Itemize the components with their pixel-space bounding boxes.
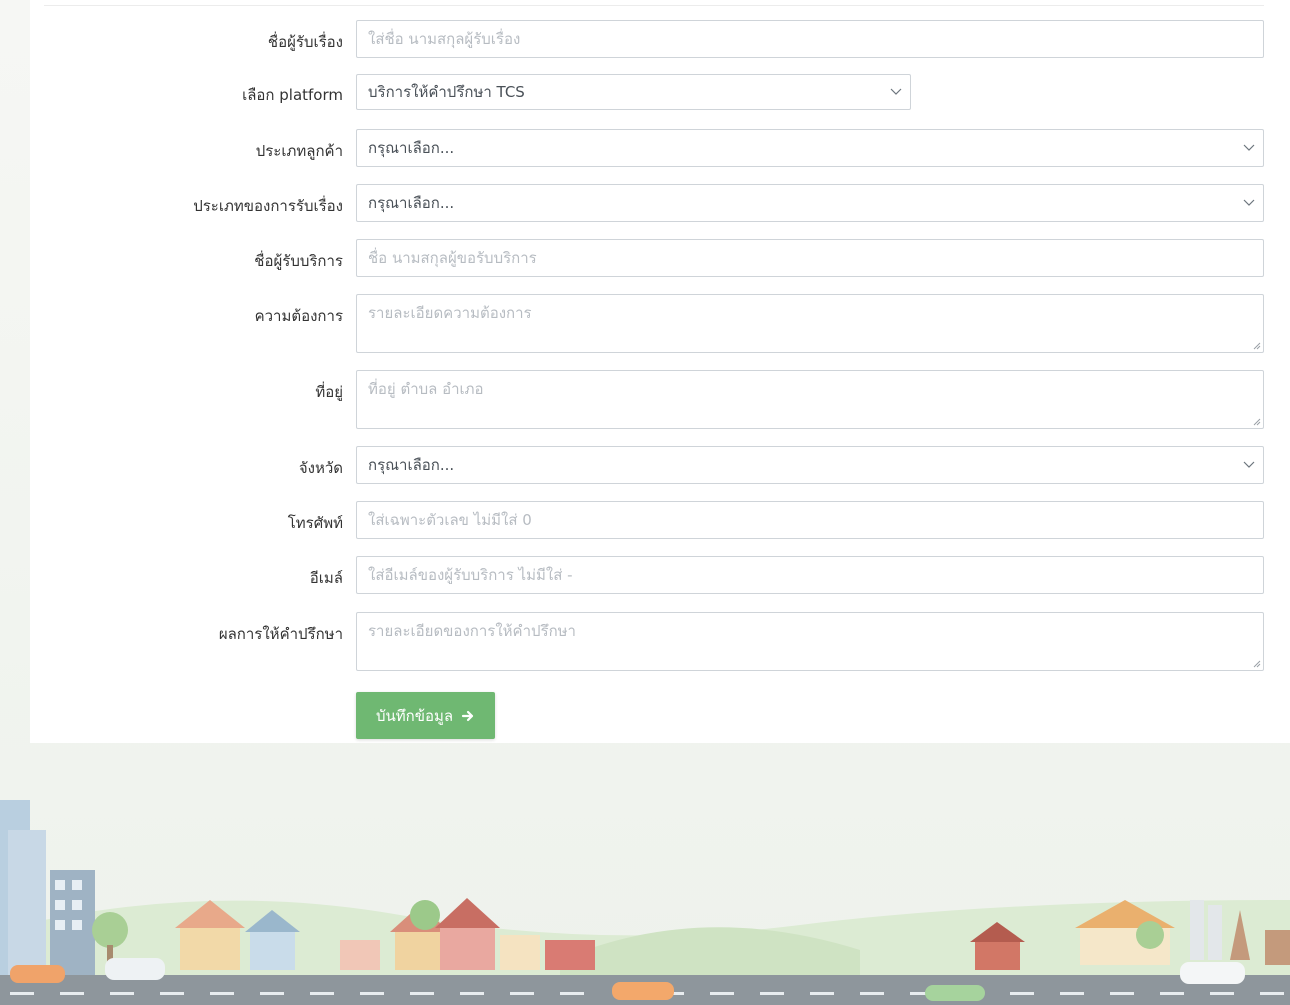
phone-label: โทรศัพท์ [287,514,343,532]
province-select[interactable]: กรุณาเลือก... [356,446,1264,484]
form-row-email: อีเมล์ ใส่อีเมล์ของผู้รับบริการ ไม่มีใส่… [30,556,1290,594]
client-name-label: ชื่อผู้รับบริการ [254,252,343,270]
province-label: จังหวัด [298,459,343,477]
consultation-result-textarea[interactable]: รายละเอียดของการให้คำปรึกษา [356,612,1264,671]
save-button-label: บันทึกข้อมูล [375,706,454,725]
chevron-down-icon [1243,461,1255,468]
requirements-textarea[interactable]: รายละเอียดความต้องการ [356,294,1264,353]
chevron-down-icon [890,88,902,95]
customer-type-label: ประเภทลูกค้า [255,142,343,160]
phone-input[interactable]: ใส่เฉพาะตัวเลข ไม่มีใส่ 0 [356,501,1264,539]
form-row-receiver-name: ชื่อผู้รับเรื่อง ใส่ชื่อ นามสกุลผู้รับเร… [30,20,1290,58]
form-row-customer-type: ประเภทลูกค้า กรุณาเลือก... [30,129,1290,167]
form-row-phone: โทรศัพท์ ใส่เฉพาะตัวเลข ไม่มีใส่ 0 [30,501,1290,539]
request-type-select-value: กรุณาเลือก... [368,194,455,212]
divider [44,5,1264,6]
save-button[interactable]: บันทึกข้อมูล [356,692,495,739]
form-row-province: จังหวัด กรุณาเลือก... [30,446,1290,484]
form-row-request-type: ประเภทของการรับเรื่อง กรุณาเลือก... [30,184,1290,222]
resize-grip-icon[interactable] [1253,342,1261,350]
form-row-consultation-result: ผลการให้คำปรึกษา รายละเอียดของการให้คำปร… [30,612,1290,671]
receiver-name-label: ชื่อผู้รับเรื่อง [267,33,343,51]
chevron-down-icon [1243,199,1255,206]
client-name-input[interactable]: ชื่อ นามสกุลผู้ขอรับบริการ [356,239,1264,277]
requirements-placeholder: รายละเอียดความต้องการ [368,304,532,322]
platform-select[interactable]: บริการให้คำปรึกษา TCS [356,74,911,110]
customer-type-select[interactable]: กรุณาเลือก... [356,129,1264,167]
arrow-right-icon [461,710,474,721]
form-row-platform: เลือก platform บริการให้คำปรึกษา TCS [30,74,1290,110]
request-type-select[interactable]: กรุณาเลือก... [356,184,1264,222]
platform-select-value: บริการให้คำปรึกษา TCS [368,83,525,101]
requirements-label: ความต้องการ [254,307,343,325]
province-select-value: กรุณาเลือก... [368,456,455,474]
address-label: ที่อยู่ [315,383,343,401]
email-label: อีเมล์ [309,569,343,587]
request-type-label: ประเภทของการรับเรื่อง [193,197,343,215]
consultation-form: ชื่อผู้รับเรื่อง ใส่ชื่อ นามสกุลผู้รับเร… [30,0,1290,743]
form-row-requirements: ความต้องการ รายละเอียดความต้องการ [30,294,1290,353]
address-placeholder: ที่อยู่ ตำบล อำเภอ [368,380,484,398]
address-textarea[interactable]: ที่อยู่ ตำบล อำเภอ [356,370,1264,429]
platform-label: เลือก platform [242,86,343,104]
form-row-address: ที่อยู่ ที่อยู่ ตำบล อำเภอ [30,370,1290,429]
resize-grip-icon[interactable] [1253,660,1261,668]
form-row-client-name: ชื่อผู้รับบริการ ชื่อ นามสกุลผู้ขอรับบริ… [30,239,1290,277]
chevron-down-icon [1243,144,1255,151]
receiver-name-input[interactable]: ใส่ชื่อ นามสกุลผู้รับเรื่อง [356,20,1264,58]
consultation-result-label: ผลการให้คำปรึกษา [218,625,343,643]
email-input[interactable]: ใส่อีเมล์ของผู้รับบริการ ไม่มีใส่ - [356,556,1264,594]
consultation-result-placeholder: รายละเอียดของการให้คำปรึกษา [368,622,576,640]
resize-grip-icon[interactable] [1253,418,1261,426]
customer-type-select-value: กรุณาเลือก... [368,139,455,157]
